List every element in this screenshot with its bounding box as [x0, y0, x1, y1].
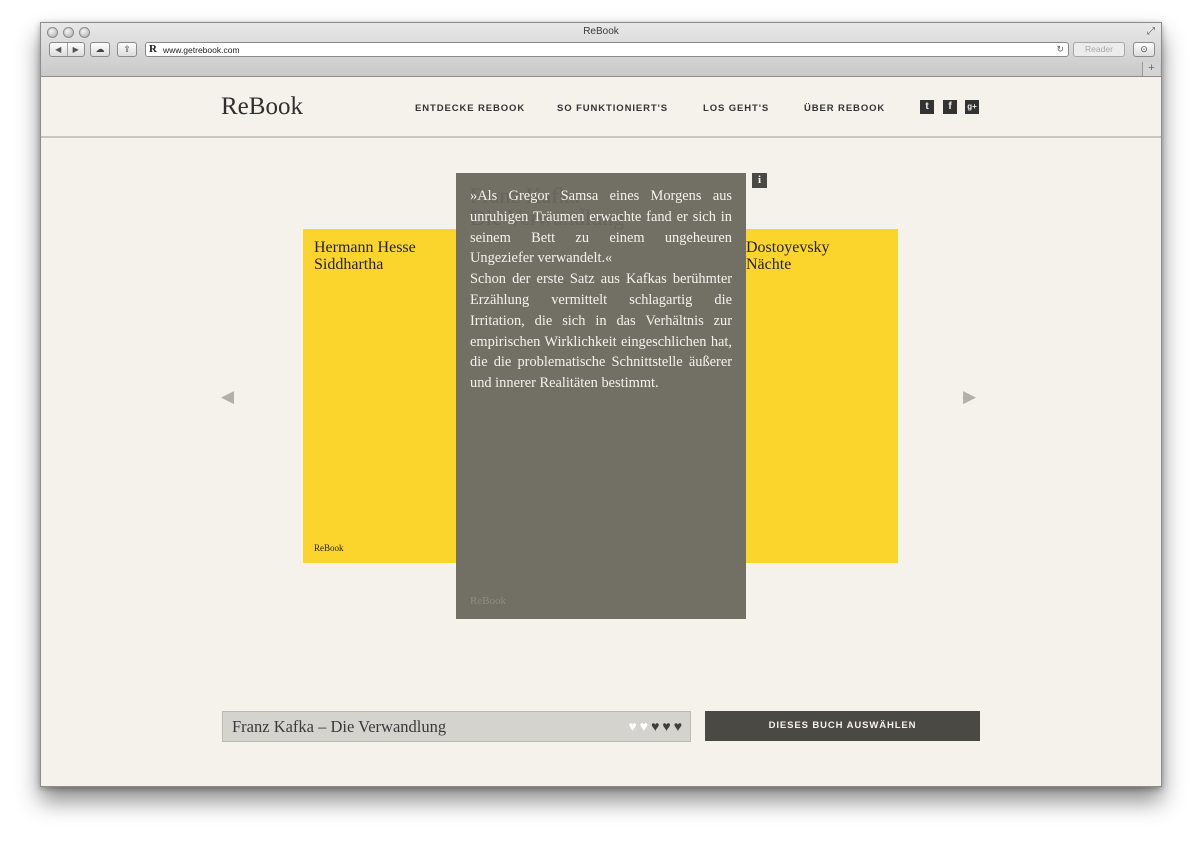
facebook-icon[interactable]: f [943, 100, 957, 114]
forward-arrow-icon[interactable]: ▶ [68, 43, 85, 56]
book-brand: ReBook [470, 595, 507, 607]
icloud-icon[interactable]: ☁ [90, 42, 110, 57]
reload-icon[interactable]: ↻ [1056, 44, 1064, 55]
browser-window: ReBook ⤢ ◀ ▶ ☁ ⇪ R www.getrebook.com ↻ R… [40, 22, 1162, 787]
twitter-icon[interactable]: t [920, 100, 934, 114]
select-book-button[interactable]: DIESES BUCH AUSWÄHLEN [705, 711, 980, 741]
browser-toolbar: ReBook ⤢ ◀ ▶ ☁ ⇪ R www.getrebook.com ↻ R… [41, 23, 1161, 77]
plus-icon[interactable]: + [1142, 62, 1160, 76]
book-cover-die-verwandlung[interactable]: Franz Kafka Die Verwandlung »Als Gregor … [456, 173, 746, 619]
book-brand: ReBook [314, 543, 344, 553]
book-author: Hermann Hesse [314, 239, 416, 256]
book-cover-naechte[interactable]: Dostoyevsky Nächte [744, 229, 898, 563]
book-title: Nächte [746, 256, 792, 273]
download-icon[interactable]: ⊙ [1133, 42, 1155, 57]
share-icon[interactable]: ⇪ [117, 42, 137, 57]
window-title: ReBook [583, 26, 619, 37]
site-favicon: R [149, 43, 157, 55]
url-text[interactable]: www.getrebook.com [163, 45, 240, 55]
selected-book-bar: Franz Kafka – Die Verwandlung ♥ ♥ ♥ ♥ ♥ [222, 711, 691, 742]
site-header: ReBook ENTDECKE REBOOK SO FUNKTIONIERT'S… [41, 78, 1161, 138]
address-bar[interactable]: R www.getrebook.com ↻ [145, 42, 1069, 57]
book-quote: »Als Gregor Samsa eines Morgens aus unru… [470, 188, 732, 267]
back-forward-buttons: ◀ ▶ [49, 42, 85, 57]
site-logo[interactable]: ReBook [221, 93, 303, 121]
heart-icon[interactable]: ♥ [628, 718, 636, 734]
previous-arrow-icon[interactable]: ◀ [221, 387, 234, 407]
heart-icon[interactable]: ♥ [674, 718, 682, 734]
nav-so-funktionierts[interactable]: SO FUNKTIONIERT'S [557, 103, 668, 114]
nav-los-gehts[interactable]: LOS GEHT'S [703, 103, 769, 114]
heart-icon[interactable]: ♥ [640, 718, 648, 734]
nav-ueber-rebook[interactable]: ÜBER REBOOK [804, 103, 885, 114]
heart-icon[interactable]: ♥ [651, 718, 659, 734]
selected-book-title: Franz Kafka – Die Verwandlung [232, 717, 447, 736]
next-arrow-icon[interactable]: ▶ [963, 387, 976, 407]
info-icon[interactable]: i [752, 173, 767, 188]
reader-button[interactable]: Reader [1073, 42, 1125, 57]
google-plus-icon[interactable]: g+ [965, 100, 979, 114]
fullscreen-icon[interactable]: ⤢ [1147, 26, 1155, 37]
book-title: Siddhartha [314, 256, 384, 273]
back-arrow-icon[interactable]: ◀ [50, 43, 68, 56]
book-description: »Als Gregor Samsa eines Morgens aus unru… [470, 186, 732, 394]
book-summary: Schon der erste Satz aus Kafkas berühmte… [470, 271, 732, 392]
book-cover-siddhartha[interactable]: Hermann Hesse Siddhartha ReBook [303, 229, 457, 563]
rating-hearts[interactable]: ♥ ♥ ♥ ♥ ♥ [628, 718, 682, 734]
nav-entdecke-rebook[interactable]: ENTDECKE REBOOK [415, 103, 525, 114]
heart-icon[interactable]: ♥ [662, 718, 670, 734]
book-author: Dostoyevsky [746, 239, 830, 256]
